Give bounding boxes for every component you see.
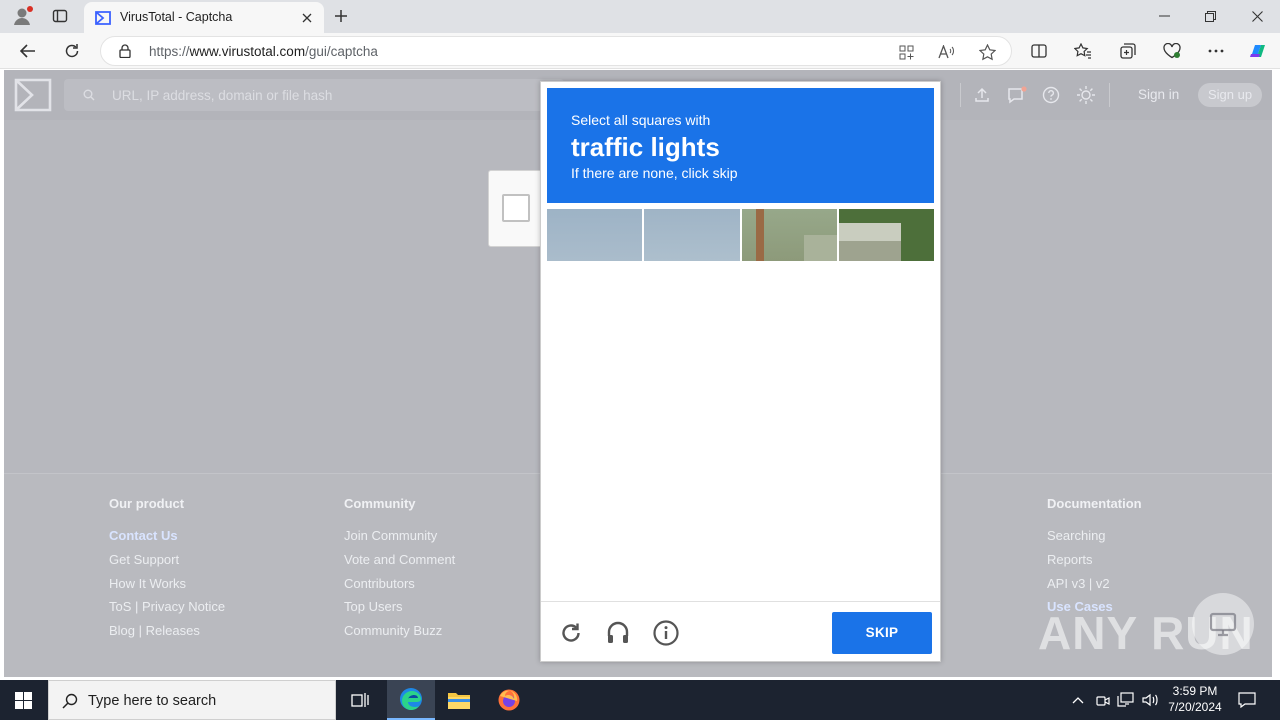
- close-tab-icon[interactable]: [298, 9, 316, 27]
- captcha-challenge-dialog: Select all squares with traffic lights I…: [540, 81, 941, 662]
- info-icon[interactable]: [652, 619, 680, 647]
- footer-link-top-users[interactable]: Top Users: [344, 599, 455, 623]
- more-menu-icon[interactable]: [1205, 40, 1227, 62]
- header-divider: [1109, 83, 1110, 107]
- virustotal-logo-icon[interactable]: [14, 78, 52, 112]
- footer-link-reports[interactable]: Reports: [1047, 552, 1142, 576]
- split-screen-icon[interactable]: [1028, 40, 1050, 62]
- taskbar-clock[interactable]: 3:59 PM 7/20/2024: [1160, 683, 1230, 715]
- footer-link-contact-us[interactable]: Contact Us: [109, 528, 225, 552]
- header-divider: [960, 83, 961, 107]
- footer-column-community: Community Join Community Vote and Commen…: [344, 496, 455, 647]
- captcha-image-grid: [547, 209, 934, 261]
- network-icon[interactable]: [1116, 690, 1136, 710]
- volume-icon[interactable]: [1140, 690, 1160, 710]
- reload-challenge-icon[interactable]: [557, 619, 585, 647]
- footer-link-tos-privacy[interactable]: ToS | Privacy Notice: [109, 599, 225, 623]
- captcha-tile[interactable]: [838, 209, 934, 261]
- taskbar-search-box[interactable]: Type here to search: [48, 680, 336, 720]
- captcha-tile[interactable]: [547, 209, 643, 261]
- app-available-icon[interactable]: [897, 43, 915, 61]
- read-aloud-icon[interactable]: [937, 43, 955, 61]
- pole-shape: [755, 209, 764, 261]
- minimize-icon[interactable]: [1152, 6, 1176, 26]
- footer-link-community-buzz[interactable]: Community Buzz: [344, 623, 455, 647]
- virustotal-favicon-icon: [94, 9, 112, 27]
- notifications-icon[interactable]: [1006, 84, 1028, 106]
- back-icon[interactable]: [16, 40, 40, 62]
- captcha-instructions: Select all squares with traffic lights I…: [547, 88, 934, 203]
- wall-shape: [803, 235, 837, 261]
- footer-link-contributors[interactable]: Contributors: [344, 576, 455, 600]
- footer-link-blog-releases[interactable]: Blog | Releases: [109, 623, 225, 647]
- clock-time: 3:59 PM: [1172, 684, 1218, 698]
- file-explorer-icon[interactable]: [445, 688, 473, 712]
- building-edge-shape: [838, 241, 901, 261]
- footer-heading: Documentation: [1047, 496, 1142, 511]
- footer-link-how-it-works[interactable]: How It Works: [109, 576, 225, 600]
- anyrun-badge-icon: [1192, 593, 1254, 655]
- windows-start-icon[interactable]: [12, 690, 34, 710]
- footer-link-join-community[interactable]: Join Community: [344, 528, 455, 552]
- new-tab-icon[interactable]: [330, 5, 352, 27]
- firefox-icon[interactable]: [495, 687, 523, 713]
- audio-challenge-icon[interactable]: [604, 619, 632, 647]
- captcha-tile[interactable]: [644, 209, 740, 261]
- browser-toolbar: https://www.virustotal.com/gui/captcha: [0, 33, 1280, 69]
- clock-date: 7/20/2024: [1168, 700, 1222, 714]
- notification-center-icon[interactable]: [1236, 690, 1258, 710]
- footer-column-documentation: Documentation Searching Reports API v3 |…: [1047, 496, 1142, 623]
- vt-search-input[interactable]: URL, IP address, domain or file hash: [64, 79, 564, 111]
- collections-icon[interactable]: [1117, 40, 1139, 62]
- skip-button[interactable]: SKIP: [832, 612, 932, 654]
- footer-heading: Our product: [109, 496, 185, 511]
- tab-virustotal-captcha[interactable]: VirusTotal - Captcha: [84, 2, 324, 33]
- close-window-icon[interactable]: [1245, 6, 1269, 26]
- captcha-tile[interactable]: [741, 209, 837, 261]
- recaptcha-checkbox-card: [488, 170, 548, 247]
- search-icon: [61, 692, 79, 710]
- show-hidden-icons-icon[interactable]: [1068, 691, 1088, 709]
- lock-icon[interactable]: [117, 43, 133, 59]
- vt-search-placeholder: URL, IP address, domain or file hash: [112, 88, 333, 103]
- captcha-target-object: traffic lights: [571, 132, 720, 162]
- windows-taskbar: Type here to search 3:59 PM 7/20/2024: [0, 680, 1280, 720]
- footer-link-vote-and-comment[interactable]: Vote and Comment: [344, 552, 455, 576]
- browser-essentials-icon[interactable]: [1161, 40, 1183, 62]
- footer-link-searching[interactable]: Searching: [1047, 528, 1142, 552]
- tab-title: VirusTotal - Captcha: [120, 10, 233, 24]
- sign-in-link[interactable]: Sign in: [1138, 87, 1179, 102]
- help-icon[interactable]: [1041, 85, 1061, 105]
- upload-icon[interactable]: [972, 85, 992, 105]
- sign-up-button[interactable]: Sign up: [1198, 83, 1262, 107]
- captcha-instruction-skip: If there are none, click skip: [571, 165, 738, 181]
- address-bar[interactable]: https://www.virustotal.com/gui/captcha: [100, 36, 1012, 66]
- url-text: https://www.virustotal.com/gui/captcha: [149, 44, 378, 59]
- profile-icon[interactable]: [10, 4, 34, 28]
- edge-taskbar-icon[interactable]: [387, 680, 435, 720]
- copilot-icon[interactable]: [1246, 39, 1270, 63]
- browser-tab-bar: VirusTotal - Captcha: [0, 0, 1280, 33]
- restore-icon[interactable]: [1198, 6, 1222, 26]
- footer-heading: Community: [344, 496, 416, 511]
- refresh-icon[interactable]: [60, 40, 84, 62]
- captcha-footer: SKIP: [541, 601, 940, 661]
- footer-link-api[interactable]: API v3 | v2: [1047, 576, 1142, 600]
- taskbar-search-placeholder: Type here to search: [88, 693, 217, 709]
- theme-toggle-icon[interactable]: [1076, 85, 1096, 105]
- favorite-star-icon[interactable]: [977, 42, 997, 62]
- search-icon: [82, 88, 96, 102]
- captcha-instruction-line: Select all squares with: [571, 112, 711, 128]
- meet-now-icon[interactable]: [1093, 690, 1113, 710]
- tab-actions-icon[interactable]: [50, 6, 70, 26]
- footer-link-get-support[interactable]: Get Support: [109, 552, 225, 576]
- favorites-icon[interactable]: [1072, 40, 1094, 62]
- recaptcha-checkbox[interactable]: [502, 194, 530, 222]
- footer-column-our-product: Our product Contact Us Get Support How I…: [109, 496, 225, 647]
- task-view-icon[interactable]: [348, 689, 372, 711]
